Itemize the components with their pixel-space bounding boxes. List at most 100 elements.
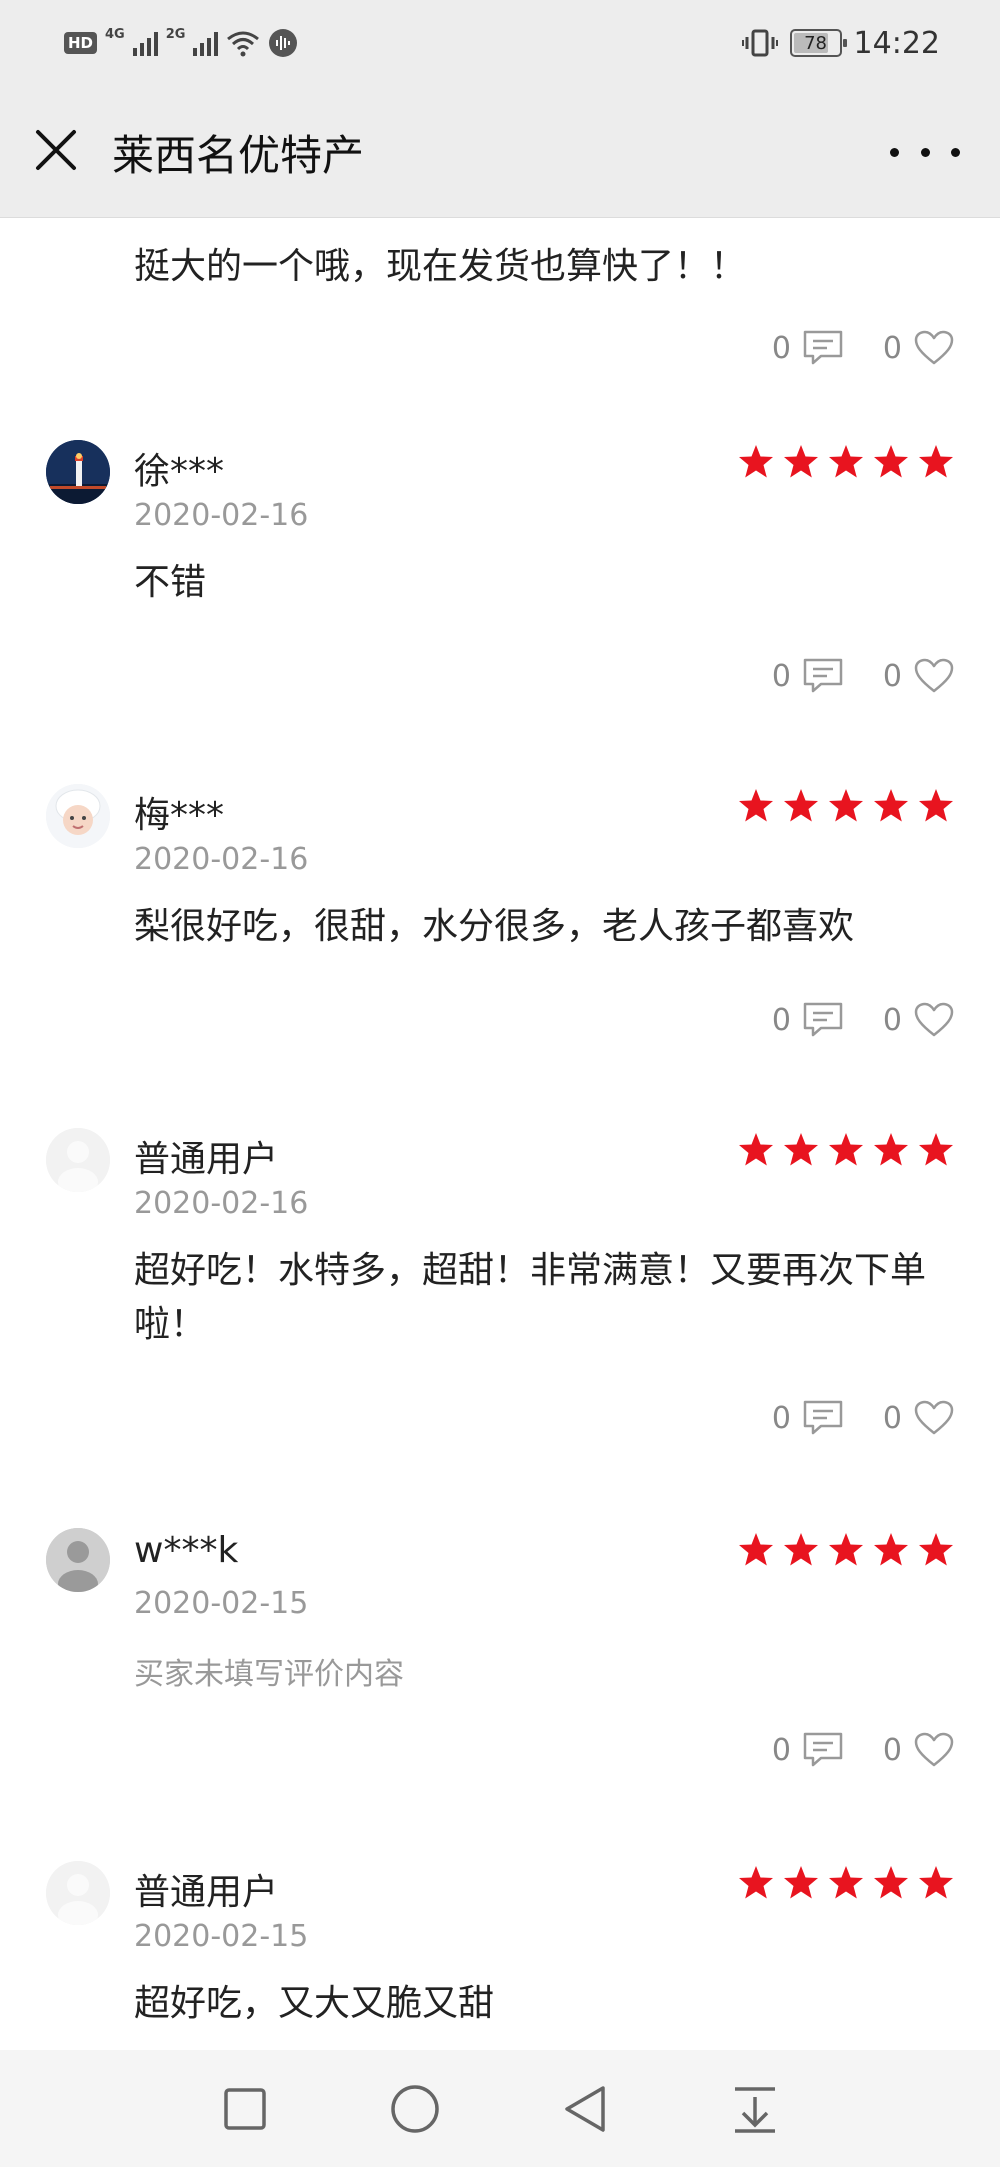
review-actions: 0 0 xyxy=(772,658,954,694)
star-rating xyxy=(738,444,954,480)
avatar[interactable] xyxy=(46,1128,110,1192)
audio-icon xyxy=(269,29,298,57)
close-button[interactable] xyxy=(30,124,82,176)
recent-apps-button[interactable] xyxy=(213,2077,277,2141)
review-text: 超好吃，又大又脆又甜 xyxy=(134,1983,495,2024)
back-button[interactable] xyxy=(553,2077,617,2141)
review-actions: 0 0 xyxy=(772,1732,954,1768)
comment-icon xyxy=(803,1002,843,1037)
battery-level: 78 xyxy=(804,32,827,54)
system-nav-bar xyxy=(0,2050,1000,2167)
review-text: 梨很好吃，很甜，水分很多，老人孩子都喜欢 xyxy=(134,906,855,947)
comment-icon xyxy=(803,1732,843,1767)
notification-pull-button[interactable] xyxy=(723,2077,787,2141)
lighthouse-image xyxy=(46,440,110,504)
star-icon xyxy=(919,789,953,822)
comment-button[interactable]: 0 xyxy=(772,330,843,366)
status-bar: HD 4G 2G 78 14:22 xyxy=(0,0,1000,86)
avatar[interactable] xyxy=(46,440,110,504)
signal-icon xyxy=(132,30,158,56)
square-icon xyxy=(224,2087,266,2130)
pull-down-icon xyxy=(735,2086,775,2133)
baby-image xyxy=(46,784,110,848)
comment-count: 0 xyxy=(771,1400,791,1436)
review-date: 2020-02-15 xyxy=(134,1586,309,1621)
default-avatar-icon xyxy=(46,1528,110,1592)
vibrate-icon xyxy=(741,29,778,57)
avatar[interactable] xyxy=(46,784,110,848)
star-rating xyxy=(738,1865,954,1901)
star-icon xyxy=(919,1133,953,1166)
close-icon xyxy=(36,130,76,170)
default-avatar-icon xyxy=(46,1861,110,1925)
star-icon xyxy=(829,1866,863,1899)
review-text: 挺大的一个哦，现在发货也算快了！！ xyxy=(134,246,747,287)
more-options-button[interactable] xyxy=(890,132,960,172)
comment-icon xyxy=(803,1400,843,1435)
reviews-list[interactable]: 挺大的一个哦，现在发货也算快了！！ 0 0 徐*** 2020-02-16 不错… xyxy=(0,218,1000,2050)
reviewer-name: 普通用户 xyxy=(134,1872,279,1913)
star-icon xyxy=(784,1866,818,1899)
review-text-empty: 买家未填写评价内容 xyxy=(134,1657,404,1692)
like-count: 0 xyxy=(882,1002,902,1038)
reviewer-name: 普通用户 xyxy=(134,1139,279,1180)
home-button[interactable] xyxy=(383,2077,447,2141)
star-icon xyxy=(919,1866,953,1899)
heart-icon xyxy=(914,1732,954,1767)
star-icon xyxy=(829,1133,863,1166)
star-icon xyxy=(829,445,863,478)
clock: 14:22 xyxy=(853,25,940,61)
star-icon xyxy=(829,1533,863,1566)
like-count: 0 xyxy=(882,330,902,366)
review-date: 2020-02-16 xyxy=(134,842,309,877)
star-icon xyxy=(784,1533,818,1566)
battery-icon: 78 xyxy=(789,29,847,57)
comment-count: 0 xyxy=(771,658,791,694)
page-title: 莱西名优特产 xyxy=(112,131,365,180)
star-icon xyxy=(739,1133,773,1166)
heart-icon xyxy=(914,658,954,693)
star-icon xyxy=(829,789,863,822)
star-icon xyxy=(919,1533,953,1566)
avatar[interactable] xyxy=(46,1861,110,1925)
network-4g-label: 4G xyxy=(105,26,125,42)
like-count: 0 xyxy=(882,1400,902,1436)
review-text: 不错 xyxy=(134,562,207,603)
triangle-back-icon xyxy=(565,2085,605,2132)
review-actions: 0 0 xyxy=(772,1002,954,1038)
default-avatar-icon xyxy=(46,1128,110,1192)
star-icon xyxy=(874,1133,908,1166)
star-rating xyxy=(738,788,954,824)
hd-indicator: HD xyxy=(64,32,98,54)
like-button[interactable]: 0 xyxy=(883,330,954,366)
like-button[interactable]: 0 xyxy=(883,658,954,694)
more-dot-icon xyxy=(951,147,960,157)
star-rating xyxy=(738,1132,954,1168)
signal-icon-2 xyxy=(193,30,219,56)
comment-button[interactable]: 0 xyxy=(772,1002,843,1038)
star-icon xyxy=(739,445,773,478)
like-button[interactable]: 0 xyxy=(883,1002,954,1038)
comment-button[interactable]: 0 xyxy=(772,658,843,694)
title-bar: 莱西名优特产 xyxy=(0,86,1000,218)
like-button[interactable]: 0 xyxy=(883,1732,954,1768)
comment-button[interactable]: 0 xyxy=(772,1400,843,1436)
heart-icon xyxy=(914,330,954,365)
review-date: 2020-02-16 xyxy=(134,1186,309,1221)
review-date: 2020-02-15 xyxy=(134,1919,309,1954)
comment-count: 0 xyxy=(771,1732,791,1768)
star-icon xyxy=(739,1533,773,1566)
reviewer-name: w***k xyxy=(134,1530,239,1571)
comment-button[interactable]: 0 xyxy=(772,1732,843,1768)
star-icon xyxy=(739,789,773,822)
like-count: 0 xyxy=(882,1732,902,1768)
status-right: 78 14:22 xyxy=(741,24,940,62)
star-icon xyxy=(874,789,908,822)
status-left: HD 4G 2G xyxy=(64,26,298,60)
review-actions: 0 0 xyxy=(772,1400,954,1436)
heart-icon xyxy=(914,1002,954,1037)
avatar[interactable] xyxy=(46,1528,110,1592)
star-icon xyxy=(784,1133,818,1166)
comment-icon xyxy=(803,330,843,365)
like-button[interactable]: 0 xyxy=(883,1400,954,1436)
